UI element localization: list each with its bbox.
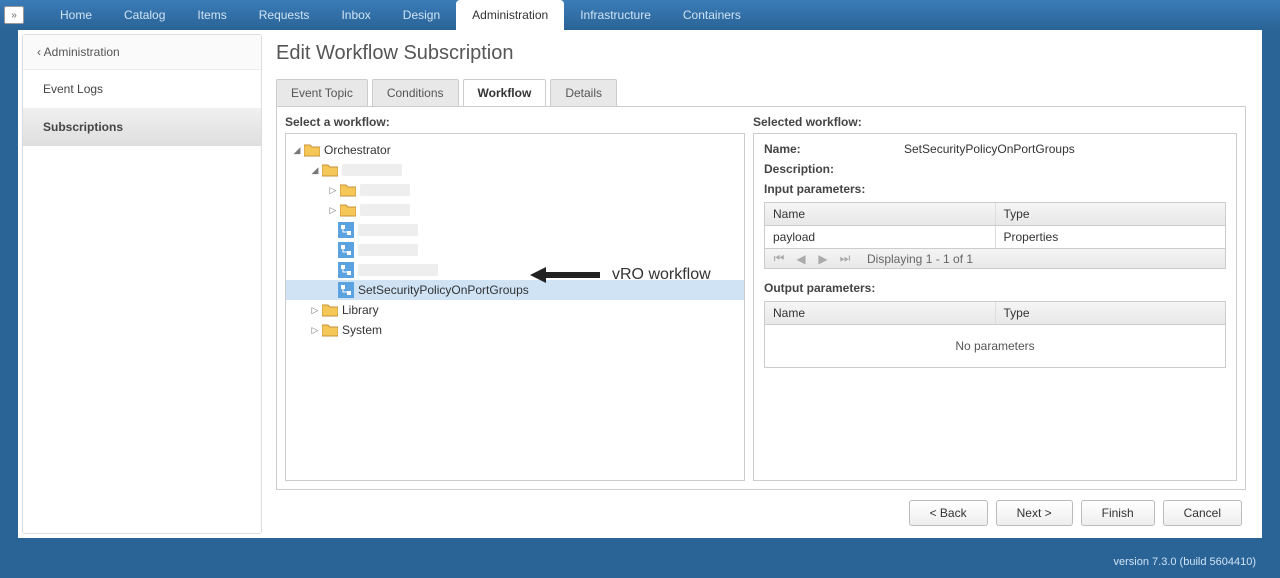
folder-icon: [322, 303, 338, 317]
subtab-details[interactable]: Details: [550, 79, 617, 106]
selected-workflow-details: Name: SetSecurityPolicyOnPortGroups Desc…: [753, 133, 1237, 481]
expand-sidebar-button[interactable]: »: [4, 6, 24, 24]
col-name-header[interactable]: Name: [765, 203, 996, 225]
folder-icon: [340, 203, 356, 217]
nav-design[interactable]: Design: [387, 0, 456, 30]
tree-node-orchestrator[interactable]: ◢ Orchestrator: [286, 140, 744, 160]
workflow-panel: Select a workflow: ◢ Orchestrator ◢: [276, 106, 1246, 490]
grid-pager: ⏮ ◀ ▶ ⏭ Displaying 1 - 1 of 1: [765, 248, 1225, 268]
tree-node[interactable]: ▷: [286, 180, 744, 200]
cell-name: payload: [765, 226, 996, 248]
output-params-label: Output parameters:: [764, 281, 904, 295]
redacted-label: [358, 264, 438, 276]
finish-button[interactable]: Finish: [1081, 500, 1155, 526]
grid-empty-text: No parameters: [765, 325, 1225, 367]
subtab-workflow[interactable]: Workflow: [463, 79, 547, 106]
tree-node[interactable]: [286, 220, 744, 240]
redacted-label: [360, 184, 410, 196]
input-params-label: Input parameters:: [764, 182, 904, 196]
redacted-label: [358, 244, 418, 256]
main: Edit Workflow Subscription Event Topic C…: [266, 30, 1262, 538]
tree-node[interactable]: ▷: [286, 200, 744, 220]
sidebar-back[interactable]: ‹ Administration: [23, 35, 261, 70]
expand-icon[interactable]: ▷: [310, 305, 320, 315]
tree-node-system[interactable]: ▷ System: [286, 320, 744, 340]
subtab-conditions[interactable]: Conditions: [372, 79, 459, 106]
cell-type: Properties: [996, 226, 1226, 248]
select-workflow-label: Select a workflow:: [285, 115, 745, 129]
subtabs: Event Topic Conditions Workflow Details: [276, 79, 1246, 106]
nav-catalog[interactable]: Catalog: [108, 0, 181, 30]
pager-first-icon[interactable]: ⏮: [771, 251, 787, 266]
pager-next-icon[interactable]: ▶: [815, 252, 831, 266]
folder-icon: [304, 143, 320, 157]
expand-icon[interactable]: ▷: [328, 205, 338, 215]
expand-icon[interactable]: ▷: [328, 185, 338, 195]
topbar: » Home Catalog Items Requests Inbox Desi…: [0, 0, 1280, 30]
nav-items[interactable]: Items: [181, 0, 242, 30]
nav-requests[interactable]: Requests: [243, 0, 326, 30]
name-label: Name:: [764, 142, 904, 156]
redacted-label: [342, 164, 402, 176]
sidebar-item-subscriptions[interactable]: Subscriptions: [23, 108, 261, 146]
output-params-grid: Name Type No parameters: [764, 301, 1226, 368]
name-value: SetSecurityPolicyOnPortGroups: [904, 142, 1075, 156]
col-type-header[interactable]: Type: [996, 203, 1226, 225]
workflow-icon: [338, 282, 354, 298]
workflow-icon: [338, 262, 354, 278]
pager-last-icon[interactable]: ⏭: [837, 251, 853, 266]
folder-icon: [340, 183, 356, 197]
tree-label: SetSecurityPolicyOnPortGroups: [358, 283, 529, 297]
grid-row[interactable]: payload Properties: [765, 226, 1225, 248]
back-button[interactable]: < Back: [909, 500, 988, 526]
col-type-header[interactable]: Type: [996, 302, 1226, 324]
chevron-left-icon: ‹: [37, 45, 44, 59]
description-label: Description:: [764, 162, 904, 176]
top-nav: Home Catalog Items Requests Inbox Design…: [44, 0, 757, 30]
sidebar-item-event-logs[interactable]: Event Logs: [23, 70, 261, 108]
nav-containers[interactable]: Containers: [667, 0, 757, 30]
tree-label: Orchestrator: [324, 143, 391, 157]
sidebar-back-label: Administration: [44, 45, 120, 59]
redacted-label: [358, 224, 418, 236]
nav-administration[interactable]: Administration: [456, 0, 564, 30]
input-params-grid: Name Type payload Properties ⏮ ◀ ▶: [764, 202, 1226, 269]
nav-home[interactable]: Home: [44, 0, 108, 30]
collapse-icon[interactable]: ◢: [292, 145, 302, 155]
tree-node[interactable]: [286, 240, 744, 260]
sidebar: ‹ Administration Event Logs Subscription…: [22, 34, 262, 534]
collapse-icon[interactable]: ◢: [310, 165, 320, 175]
expand-icon[interactable]: ▷: [310, 325, 320, 335]
tree-node[interactable]: [286, 260, 744, 280]
cancel-button[interactable]: Cancel: [1163, 500, 1242, 526]
workspace: ‹ Administration Event Logs Subscription…: [18, 30, 1262, 538]
workflow-tree[interactable]: ◢ Orchestrator ◢ ▷: [285, 133, 745, 481]
subtab-event-topic[interactable]: Event Topic: [276, 79, 368, 106]
tree-node-library[interactable]: ▷ Library: [286, 300, 744, 320]
nav-inbox[interactable]: Inbox: [325, 0, 386, 30]
version-label: version 7.3.0 (build 5604410): [1114, 556, 1256, 568]
pager-prev-icon[interactable]: ◀: [793, 252, 809, 266]
pager-status: Displaying 1 - 1 of 1: [867, 252, 973, 266]
folder-icon: [322, 323, 338, 337]
next-button[interactable]: Next >: [996, 500, 1073, 526]
tree-node-selected[interactable]: SetSecurityPolicyOnPortGroups: [286, 280, 744, 300]
tree-label: System: [342, 323, 382, 337]
workflow-icon: [338, 242, 354, 258]
tree-node[interactable]: ◢: [286, 160, 744, 180]
tree-label: Library: [342, 303, 379, 317]
redacted-label: [360, 204, 410, 216]
folder-icon: [322, 163, 338, 177]
selected-workflow-label: Selected workflow:: [753, 115, 1237, 129]
page-title: Edit Workflow Subscription: [276, 42, 1246, 65]
col-name-header[interactable]: Name: [765, 302, 996, 324]
nav-infrastructure[interactable]: Infrastructure: [564, 0, 667, 30]
wizard-buttons: < Back Next > Finish Cancel: [276, 490, 1246, 530]
workflow-icon: [338, 222, 354, 238]
